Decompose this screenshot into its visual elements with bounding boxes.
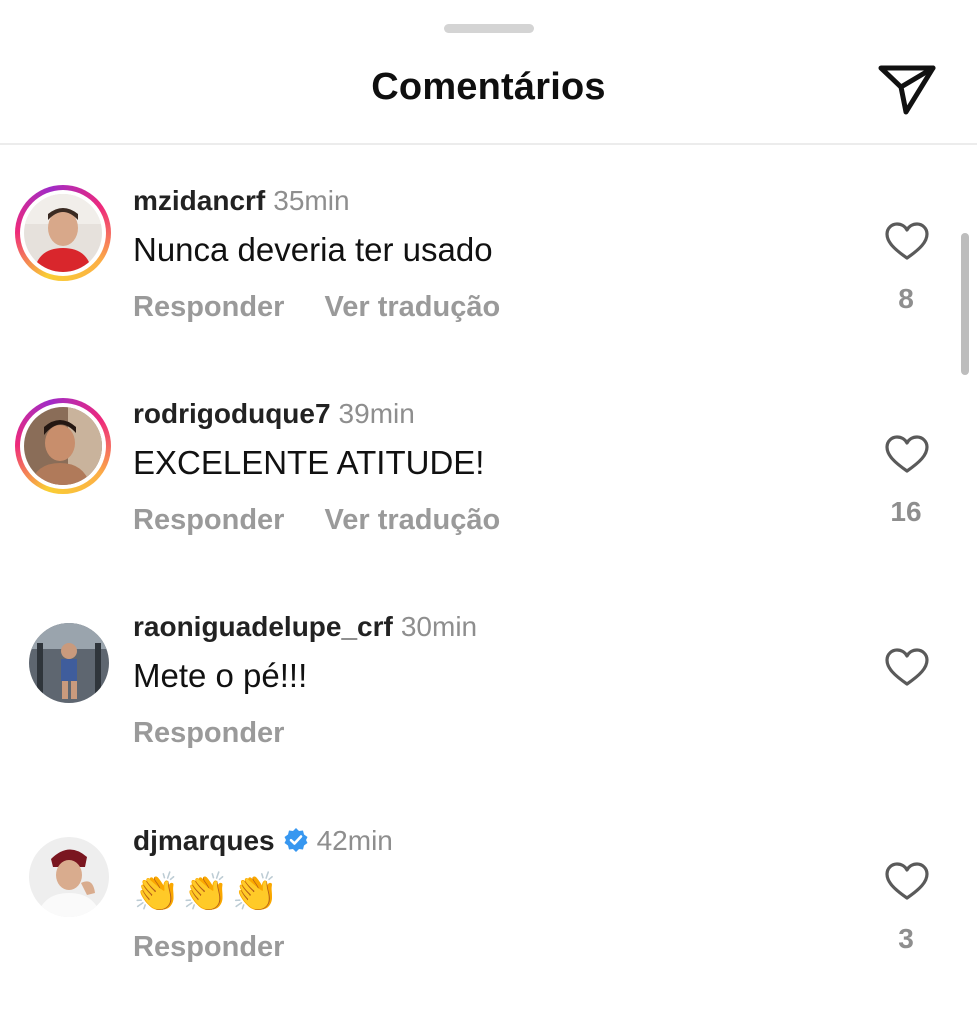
drag-handle[interactable] [444, 24, 534, 33]
paper-plane-icon [878, 65, 936, 115]
comment-time: 30min [400, 611, 478, 642]
reply-button[interactable]: Responder [133, 931, 284, 963]
heart-icon [885, 648, 929, 686]
like-button[interactable] [884, 221, 930, 261]
translate-button[interactable]: Ver tradução [324, 291, 500, 323]
comment-item: rodrigoduque7 39min EXCELENTE ATITUDE! Re… [0, 398, 977, 598]
comment-text: EXCELENTE ATITUDE! [133, 444, 485, 481]
like-button[interactable] [884, 647, 930, 687]
like-button[interactable] [884, 861, 930, 901]
reply-button[interactable]: Responder [133, 717, 284, 749]
reply-button[interactable]: Responder [133, 504, 284, 536]
comment-text: Mete o pé!!! [133, 657, 308, 694]
comment-item: raoniguadelupe_crf 30min Mete o pé!!! Res… [0, 611, 977, 811]
verified-badge-icon [283, 827, 309, 858]
story-ring[interactable] [15, 398, 111, 494]
username[interactable]: djmarques [133, 825, 275, 856]
username[interactable]: raoniguadelupe_crf [133, 611, 393, 642]
avatar [29, 837, 109, 917]
story-ring[interactable] [15, 185, 111, 281]
comment-time: 39min [338, 398, 415, 429]
like-count: 16 [890, 496, 922, 527]
avatar [24, 407, 102, 485]
reply-button[interactable]: Responder [133, 291, 284, 323]
username[interactable]: mzidancrf [133, 185, 265, 216]
heart-icon [885, 435, 929, 473]
comments-sheet: Comentários mzidancrf 35min Nunca deveri… [0, 0, 977, 1024]
like-count: 8 [898, 283, 914, 314]
username[interactable]: rodrigoduque7 [133, 398, 331, 429]
avatar [29, 623, 109, 703]
avatar-wrap[interactable] [15, 825, 111, 921]
avatar-wrap[interactable] [15, 611, 111, 707]
heart-icon [885, 222, 929, 260]
avatar [24, 194, 102, 272]
translate-button[interactable]: Ver tradução [324, 504, 500, 536]
comment-time: 42min [316, 825, 393, 856]
comment-item: mzidancrf 35min Nunca deveria ter usado R… [0, 185, 977, 385]
comment-time: 35min [273, 185, 350, 216]
header-divider [0, 143, 977, 145]
comment-text: 👏👏👏 [133, 872, 281, 914]
comment-item: djmarques 42min 👏👏👏 Responder 3 [0, 825, 977, 1024]
page-title: Comentários [371, 66, 606, 108]
heart-icon [885, 862, 929, 900]
like-button[interactable] [884, 434, 930, 474]
comment-text: Nunca deveria ter usado [133, 231, 493, 268]
share-button[interactable] [876, 60, 938, 118]
like-count: 3 [898, 923, 914, 954]
